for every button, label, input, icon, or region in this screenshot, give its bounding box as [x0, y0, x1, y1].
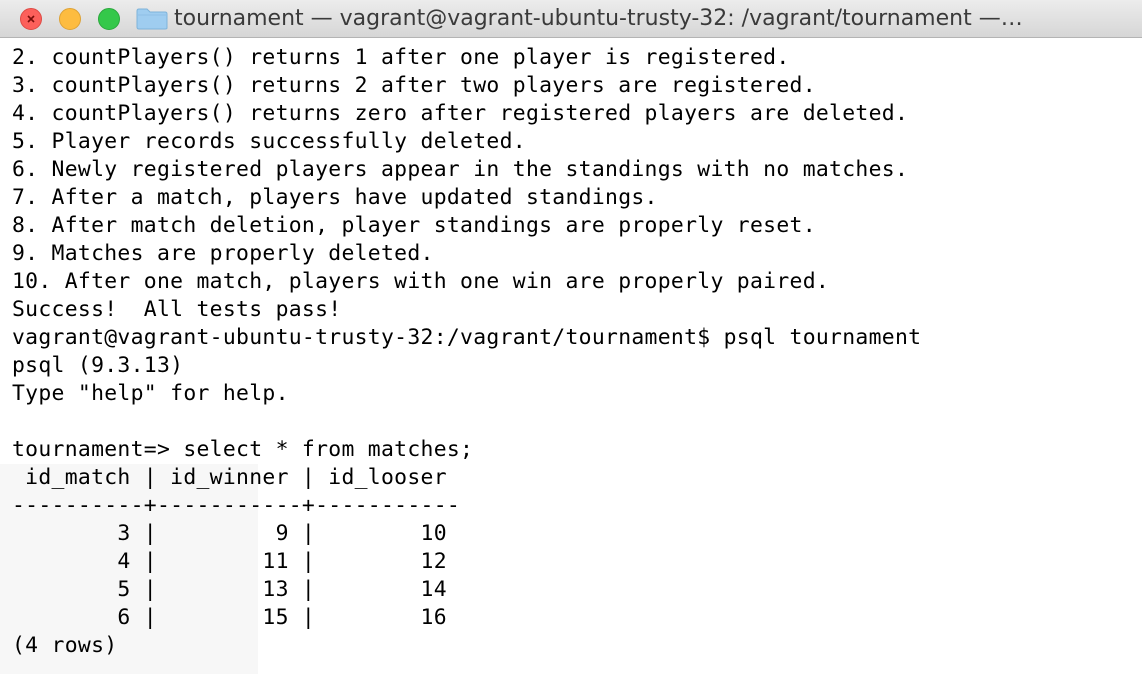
output-line: Type "help" for help.	[12, 381, 289, 406]
folder-icon	[136, 8, 168, 30]
title-bar[interactable]: tournament — vagrant@vagrant-ubuntu-trus…	[0, 0, 1142, 38]
row-count: (4 rows)	[12, 633, 118, 658]
terminal-output[interactable]: 2. countPlayers() returns 1 after one pl…	[0, 38, 1142, 674]
output-line: psql (9.3.13)	[12, 353, 184, 378]
close-button[interactable]	[20, 8, 42, 30]
minimize-button[interactable]	[59, 8, 81, 30]
output-line: 9. Matches are properly deleted.	[12, 241, 434, 266]
window-title: tournament — vagrant@vagrant-ubuntu-trus…	[174, 6, 1023, 31]
table-row: 5 | 13 | 14	[12, 577, 447, 602]
shell-prompt-line: vagrant@vagrant-ubuntu-trusty-32:/vagran…	[12, 325, 922, 350]
table-row: 4 | 11 | 12	[12, 549, 447, 574]
table-header: id_match | id_winner | id_looser	[12, 465, 447, 490]
psql-prompt-line: tournament=> select * from matches;	[12, 437, 474, 462]
output-line: 8. After match deletion, player standing…	[12, 213, 816, 238]
close-icon	[21, 9, 41, 29]
output-line: Success! All tests pass!	[12, 297, 342, 322]
output-line: 3. countPlayers() returns 2 after two pl…	[12, 73, 816, 98]
output-line: 10. After one match, players with one wi…	[12, 269, 830, 294]
zoom-button[interactable]	[98, 8, 120, 30]
output-line: 5. Player records successfully deleted.	[12, 129, 526, 154]
table-separator: ----------+-----------+-----------	[12, 493, 461, 518]
output-line: 7. After a match, players have updated s…	[12, 185, 658, 210]
table-row: 3 | 9 | 10	[12, 521, 447, 546]
output-line: 6. Newly registered players appear in th…	[12, 157, 909, 182]
output-line: 4. countPlayers() returns zero after reg…	[12, 101, 909, 126]
output-line: 2. countPlayers() returns 1 after one pl…	[12, 45, 790, 70]
table-row: 6 | 15 | 16	[12, 605, 447, 630]
terminal-window: tournament — vagrant@vagrant-ubuntu-trus…	[0, 0, 1142, 674]
